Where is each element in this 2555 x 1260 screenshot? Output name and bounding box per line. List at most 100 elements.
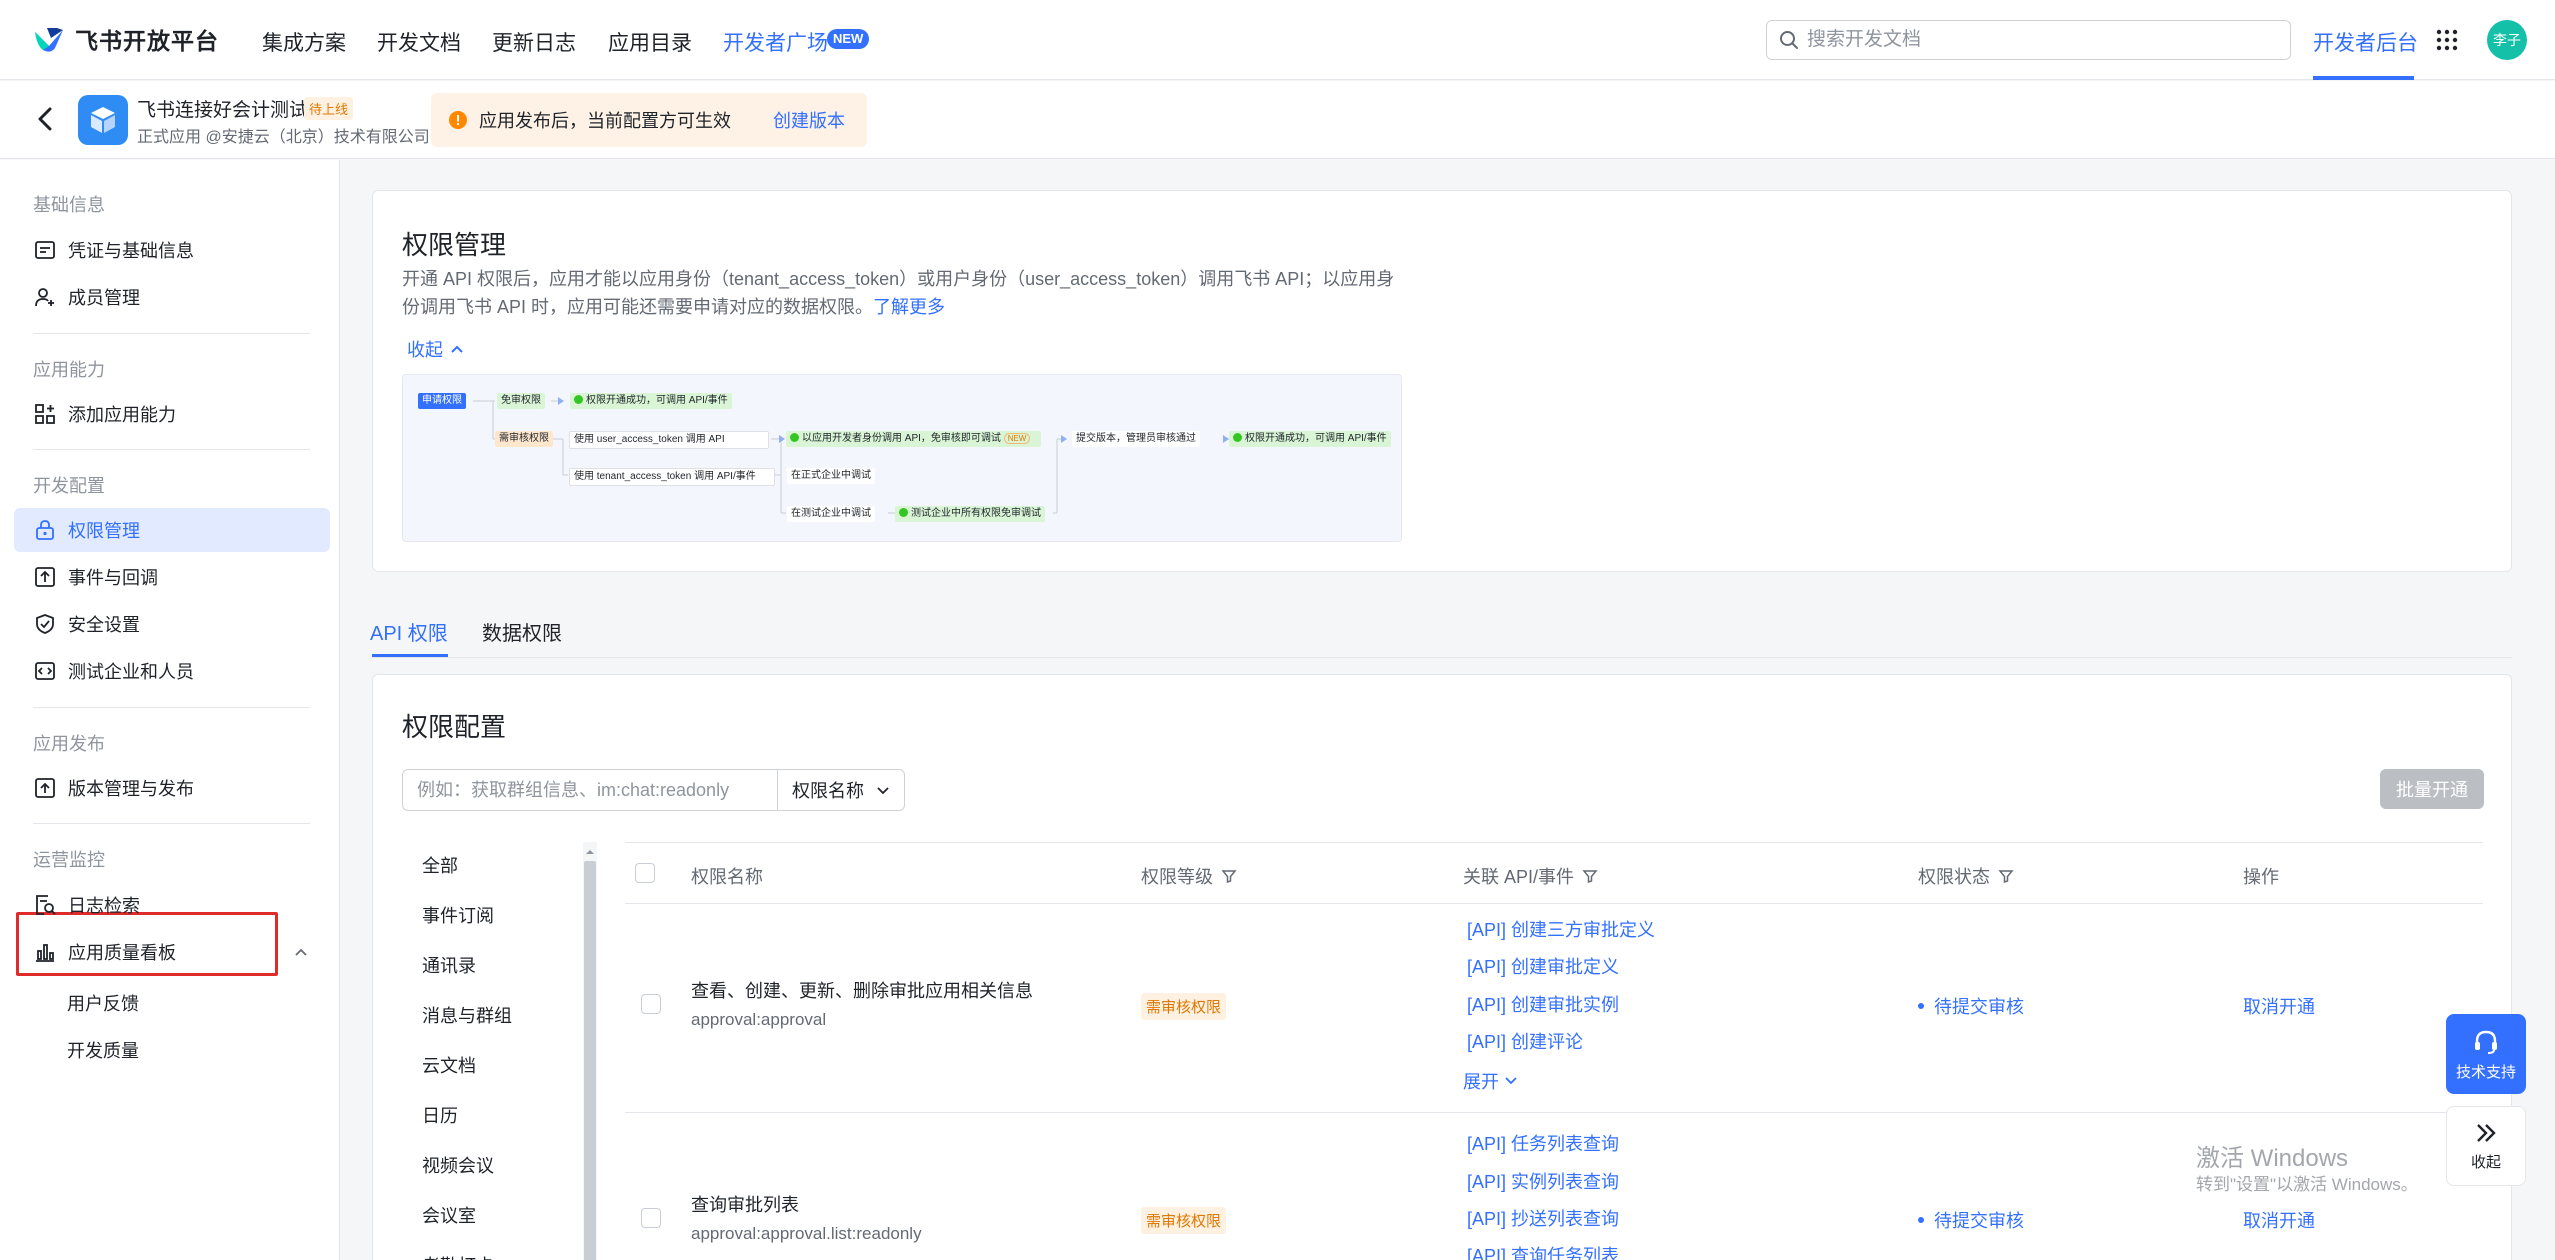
filter-icon[interactable] xyxy=(1221,868,1237,884)
create-version-link[interactable]: 创建版本 xyxy=(773,107,845,133)
back-arrow-icon[interactable] xyxy=(34,105,56,133)
related-api-link[interactable]: [API] 查询任务列表 xyxy=(1467,1242,1619,1260)
related-api-link[interactable]: [API] 创建审批实例 xyxy=(1467,991,1619,1017)
nav-docs[interactable]: 开发文档 xyxy=(377,27,461,57)
permission-config-card: 权限配置 权限名称 批量开通 全部 事件订阅 通讯录 消息与群组 云文档 日历 … xyxy=(372,674,2512,1260)
headset-icon xyxy=(2475,1030,2497,1054)
permission-intro-card: 权限管理 开通 API 权限后，应用才能以应用身份（tenant_access_… xyxy=(372,190,2512,572)
header-label: 权限名称 xyxy=(691,867,763,887)
permission-level-badge: 需审核权限 xyxy=(1141,993,1227,1020)
related-api-link[interactable]: [API] 任务列表查询 xyxy=(1467,1130,1619,1156)
console-active-indicator xyxy=(2313,76,2414,80)
category-messages[interactable]: 消息与群组 xyxy=(422,1002,512,1028)
app-icon xyxy=(78,95,128,145)
category-video-meeting[interactable]: 视频会议 xyxy=(422,1152,494,1178)
cancel-enable-link[interactable]: 取消开通 xyxy=(2243,1207,2315,1233)
app-name: 飞书连接好会计测试 xyxy=(137,100,309,121)
tab-divider xyxy=(372,657,2512,658)
sidebar-item-test-tenants[interactable]: 测试企业和人员 xyxy=(14,649,330,693)
search-field-select[interactable]: 权限名称 xyxy=(777,769,905,811)
expand-apis-toggle[interactable]: 展开 xyxy=(1463,1068,1519,1094)
category-scrollbar-thumb[interactable] xyxy=(584,861,596,1260)
sidebar-item-security[interactable]: 安全设置 xyxy=(14,602,330,646)
cancel-enable-link[interactable]: 取消开通 xyxy=(2243,993,2315,1019)
lock-icon xyxy=(36,520,54,540)
related-api-link[interactable]: [API] 实例列表查询 xyxy=(1467,1168,1619,1194)
id-card-icon xyxy=(35,241,55,259)
search-icon xyxy=(1780,31,1798,49)
sidebar-item-quality-board[interactable]: 应用质量看板 xyxy=(14,930,330,974)
status-dot xyxy=(1918,1003,1924,1009)
permission-search-input[interactable] xyxy=(402,769,778,811)
scroll-up-icon[interactable] xyxy=(583,845,597,859)
status-label: 待提交审核 xyxy=(1934,1211,2024,1231)
permission-code: approval:approval xyxy=(691,1010,827,1029)
header-level: 权限等级 xyxy=(1141,863,1237,889)
related-api-link[interactable]: [API] 抄送列表查询 xyxy=(1467,1205,1619,1231)
tab-data-permissions[interactable]: 数据权限 xyxy=(482,617,562,646)
nav-developer-plaza[interactable]: 开发者广场 xyxy=(723,27,828,57)
permission-name: 查询审批列表 xyxy=(691,1195,799,1215)
expand-label: 展开 xyxy=(1463,1072,1499,1092)
permission-name: 查看、创建、更新、删除审批应用相关信息 xyxy=(691,981,1033,1001)
batch-enable-button[interactable]: 批量开通 xyxy=(2380,769,2484,809)
row-checkbox[interactable] xyxy=(641,1208,661,1228)
flow-submit: 提交版本，管理员审核通过 xyxy=(1072,431,1200,447)
collapse-float-button[interactable]: 收起 xyxy=(2446,1106,2526,1186)
learn-more-link[interactable]: 了解更多 xyxy=(873,297,945,317)
sidebar-item-label: 应用质量看板 xyxy=(68,943,176,963)
related-api-link[interactable]: [API] 创建审批定义 xyxy=(1467,953,1619,979)
category-meeting-room[interactable]: 会议室 xyxy=(422,1202,476,1228)
nav-app-directory[interactable]: 应用目录 xyxy=(608,27,692,57)
notice-text: 应用发布后，当前配置方可生效 xyxy=(479,111,731,131)
category-all[interactable]: 全部 xyxy=(422,852,458,878)
category-calendar[interactable]: 日历 xyxy=(422,1102,458,1128)
permission-status: 待提交审核 xyxy=(1918,993,2024,1019)
category-attendance[interactable]: 考勤打卡 xyxy=(422,1252,494,1260)
tech-support-button[interactable]: 技术支持 xyxy=(2446,1014,2526,1094)
user-avatar[interactable]: 李子 xyxy=(2487,20,2527,60)
sidebar-divider xyxy=(33,707,310,708)
app-subtitle: 正式应用 @安捷云（北京）技术有限公司 xyxy=(137,129,430,146)
flow-success-2: 权限开通成功，可调用 API/事件 xyxy=(1229,431,1391,447)
sidebar-item-add-capability[interactable]: 添加应用能力 xyxy=(14,392,330,436)
sidebar-item-version-release[interactable]: 版本管理与发布 xyxy=(14,766,330,810)
related-api-link[interactable]: [API] 创建三方审批定义 xyxy=(1467,916,1655,942)
filter-icon[interactable] xyxy=(1582,868,1598,884)
category-events[interactable]: 事件订阅 xyxy=(422,902,494,928)
flow-success-1-label: 权限开通成功，可调用 API/事件 xyxy=(586,395,728,406)
sidebar-item-label: 添加应用能力 xyxy=(68,405,176,425)
apps-grid-icon[interactable] xyxy=(2436,29,2458,51)
chevron-up-icon[interactable] xyxy=(294,945,308,959)
row-checkbox[interactable] xyxy=(641,994,661,1014)
category-contacts[interactable]: 通讯录 xyxy=(422,952,476,978)
sidebar-item-credentials[interactable]: 凭证与基础信息 xyxy=(14,228,330,272)
search-input[interactable] xyxy=(1807,29,2267,51)
category-docs[interactable]: 云文档 xyxy=(422,1052,476,1078)
header-label: 权限等级 xyxy=(1141,867,1213,887)
related-api-link[interactable]: [API] 创建评论 xyxy=(1467,1028,1583,1054)
sidebar-subitem-dev-quality[interactable]: 开发质量 xyxy=(67,1037,139,1063)
upload-icon xyxy=(35,778,55,798)
sidebar-subitem-feedback[interactable]: 用户反馈 xyxy=(67,990,139,1016)
search-box[interactable] xyxy=(1766,20,2291,60)
person-add-icon xyxy=(35,288,54,307)
sidebar-item-events[interactable]: 事件与回调 xyxy=(14,555,330,599)
check-icon xyxy=(574,395,583,404)
sidebar: 基础信息 凭证与基础信息 成员管理 应用能力 添加应用能力 开发配置 权限管理 … xyxy=(0,160,340,1260)
flow-test-debug: 在测试企业中调试 xyxy=(787,506,875,522)
sidebar-item-members[interactable]: 成员管理 xyxy=(14,275,330,319)
collapse-toggle[interactable]: 收起 xyxy=(407,336,465,362)
select-all-checkbox[interactable] xyxy=(635,863,655,883)
bar-chart-icon xyxy=(36,944,54,962)
sidebar-item-permissions[interactable]: 权限管理 xyxy=(14,508,330,552)
flow-prod-debug: 在正式企业中调试 xyxy=(787,468,875,484)
shield-icon xyxy=(36,614,54,634)
tab-api-permissions[interactable]: API 权限 xyxy=(370,617,448,646)
developer-console-link[interactable]: 开发者后台 xyxy=(2313,27,2418,57)
feishu-open-logo[interactable]: 飞书开放平台 xyxy=(33,22,219,56)
nav-changelog[interactable]: 更新日志 xyxy=(492,27,576,57)
nav-solutions[interactable]: 集成方案 xyxy=(262,27,346,57)
sidebar-item-log-search[interactable]: 日志检索 xyxy=(14,883,330,927)
filter-icon[interactable] xyxy=(1998,868,2014,884)
